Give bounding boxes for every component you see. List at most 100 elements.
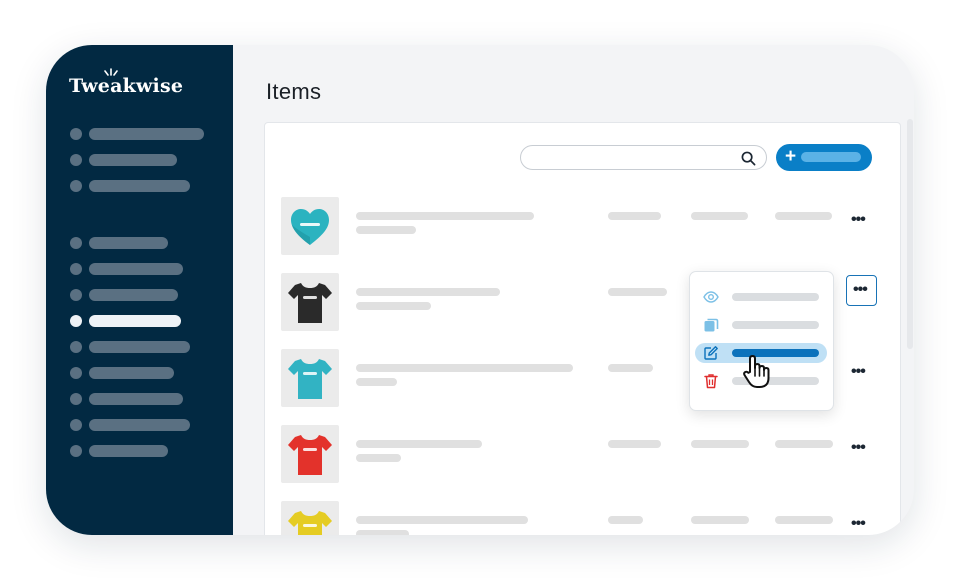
sidebar-item-3[interactable] [70,180,220,192]
nav-dot [70,419,82,431]
item-column-placeholder [608,440,661,448]
logo[interactable]: Tweakwise [69,68,184,97]
logo-rays [104,68,118,76]
scrollbar[interactable] [907,119,913,349]
table-row[interactable]: ••• [281,197,891,255]
more-actions-icon: ••• [853,281,868,298]
nav-dot [70,154,82,166]
nav-dot [70,237,82,249]
sidebar-item-5[interactable] [70,263,220,275]
menu-label-placeholder [732,321,819,329]
item-name-placeholder [356,212,534,220]
item-subtitle-placeholder [356,530,409,535]
product-thumbnail [281,349,339,407]
eye-icon [703,291,719,303]
sidebar: Tweakwise [46,45,233,535]
item-column-placeholder [608,364,653,372]
item-column-placeholder [691,516,749,524]
nav-label-placeholder [89,237,168,249]
sidebar-item-7-active[interactable] [70,315,220,327]
sidebar-item-9[interactable] [70,367,220,379]
item-column-placeholder [775,440,833,448]
sidebar-item-10[interactable] [70,393,220,405]
nav-dot [70,180,82,192]
logo-text: Tweakwise [69,75,184,97]
item-subtitle-placeholder [356,226,416,234]
item-column-placeholder [775,212,832,220]
item-column-placeholder [775,516,833,524]
product-thumbnail [281,197,339,255]
plus-icon: + [785,146,797,167]
edit-icon [704,346,718,360]
more-actions-button-active[interactable]: ••• [846,275,877,306]
nav-label-placeholder [89,367,174,379]
page-title: Items [266,79,322,104]
search-input[interactable] [533,150,733,166]
row-actions-menu [689,271,834,411]
nav-label-placeholder [89,341,190,353]
item-subtitle-placeholder [356,454,401,462]
tshirt-image-black [288,283,332,323]
search-box[interactable] [520,145,767,170]
product-thumbnail [281,273,339,331]
nav-label-placeholder [89,263,183,275]
nav-label-placeholder [89,445,168,457]
nav-dot [70,263,82,275]
tshirt-image-yellow [288,511,332,535]
more-actions-icon[interactable]: ••• [851,212,869,228]
nav-dot [70,315,82,327]
nav-dot [70,128,82,140]
nav-label-placeholder [89,180,190,192]
sidebar-item-11[interactable] [70,419,220,431]
item-subtitle-placeholder [356,378,397,386]
nav-label-placeholder [89,393,183,405]
items-panel: + ••• ••• ••• ••• ••• [264,122,901,535]
sidebar-item-4[interactable] [70,237,220,249]
more-actions-icon[interactable]: ••• [851,364,869,380]
product-thumbnail [281,501,339,535]
copy-icon [704,318,719,332]
trash-icon [704,374,718,389]
table-row[interactable]: ••• [281,501,891,535]
nav-dot [70,367,82,379]
add-button-label-placeholder [801,152,861,162]
item-name-placeholder [356,288,500,296]
hand-cursor-icon [743,355,770,388]
item-name-placeholder [356,440,482,448]
item-column-placeholder [608,516,643,524]
nav-dot [70,341,82,353]
nav-label-placeholder [89,419,190,431]
item-subtitle-placeholder [356,302,431,310]
product-thumbnail [281,425,339,483]
main-content: Items + ••• ••• ••• ••• ••• [233,45,914,535]
nav-label-placeholder [89,154,177,166]
nav-label-placeholder [89,315,181,327]
sidebar-item-2[interactable] [70,154,220,166]
sidebar-item-1[interactable] [70,128,220,140]
menu-item-duplicate[interactable] [695,315,827,335]
heart-pillow-image [291,209,329,245]
nav-label-placeholder [89,128,204,140]
add-item-button[interactable]: + [776,144,872,171]
sidebar-item-12[interactable] [70,445,220,457]
more-actions-icon[interactable]: ••• [851,516,869,532]
more-actions-icon[interactable]: ••• [851,440,869,456]
nav-dot [70,445,82,457]
item-name-placeholder [356,516,528,524]
search-icon[interactable] [741,151,756,166]
nav-label-placeholder [89,289,178,301]
nav-dot [70,289,82,301]
item-column-placeholder [691,440,749,448]
nav-dot [70,393,82,405]
table-row[interactable]: ••• [281,425,891,483]
item-column-placeholder [691,212,748,220]
sidebar-item-6[interactable] [70,289,220,301]
tshirt-image-red [288,435,332,475]
sidebar-item-8[interactable] [70,341,220,353]
app-window: Tweakwise Items + ••• ••• ••• ••• ••• [46,45,914,535]
item-column-placeholder [608,212,661,220]
item-column-placeholder [608,288,667,296]
menu-item-view[interactable] [695,287,827,307]
item-name-placeholder [356,364,573,372]
menu-label-placeholder [732,293,819,301]
